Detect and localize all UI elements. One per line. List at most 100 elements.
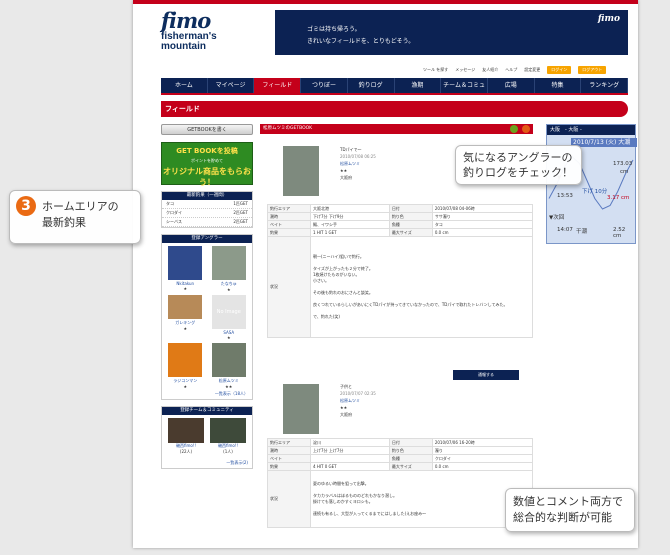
angler-stars: ★	[226, 287, 231, 292]
getbook-header-title: 松原ムツミのGETBOOK	[263, 126, 313, 131]
angler-avatar[interactable]	[211, 246, 246, 280]
team-photo[interactable]	[210, 418, 246, 443]
logout-button[interactable]: ログアウト	[578, 66, 607, 74]
entry-user[interactable]: 松原ムツミ	[340, 160, 376, 167]
step-number-badge: 3	[16, 196, 36, 216]
team-card[interactable]: 磯西fimo!! (1人)	[210, 418, 246, 455]
entry-user[interactable]: 松原ムツミ	[340, 397, 376, 404]
anglers-box: 登録アングラー Nkitakun ★ たなちゅ ★ ガレキング ★ No Ima…	[161, 234, 253, 400]
angler-card[interactable]: 松原ムツミ ★★	[209, 343, 250, 389]
nav-item-plaza[interactable]: 広場	[488, 78, 535, 93]
callout-left-line1: ホームエリアの	[42, 200, 119, 213]
detail-value: タコ	[431, 220, 534, 229]
catch-fish: クロダイ	[166, 210, 182, 215]
comment-line: 良くつれているらしいがあいにくTDパイが持ってきていなかったので、TDパイで取れ…	[313, 302, 508, 307]
tide-unit: cm	[620, 169, 629, 175]
main-nav: ホーム マイページ フィールド つりぼー 釣りログ 漁期 チーム＆コミュ 広場 …	[161, 78, 629, 93]
util-link-invite[interactable]: 友人紹介	[482, 67, 498, 73]
angler-stars: ★	[183, 384, 188, 389]
detail-key: 釣果	[267, 228, 311, 237]
angler-stars: ★	[226, 335, 231, 340]
entry-title[interactable]: TDパイで～	[340, 146, 376, 153]
entry-pref: 大阪府	[340, 412, 352, 417]
latest-catch-box: 最新釣果（一週間） タコ 1匹GET クロダイ 2匹GET シーバス 2匹GET	[161, 191, 253, 228]
tide-ebb-label: 下げ 10分	[582, 189, 608, 195]
angler-avatar[interactable]	[211, 343, 246, 377]
entry-photo[interactable]	[283, 146, 319, 196]
teams-box: 登録チーム＆コミュニティ 磯西fimo!! (22人) 磯西fimo!! (1人…	[161, 406, 253, 469]
team-count: (1人)	[223, 449, 233, 454]
detail-key: 最大サイズ	[388, 462, 433, 471]
banner-line1: ゴミは持ち帰ろう。	[307, 26, 361, 33]
header-banner[interactable]: ゴミは持ち帰ろう。 きれいなフィールドを、とりもどそう。 fimo	[275, 10, 628, 55]
entry-title[interactable]: 子供と	[340, 383, 376, 390]
tide-current-value: 3.17 cm	[607, 195, 630, 201]
catch-count: 2匹GET	[233, 210, 248, 215]
nav-item-feature[interactable]: 特集	[535, 78, 582, 93]
entry-photo[interactable]	[283, 384, 319, 434]
angler-card[interactable]: ガレキング ★	[165, 295, 206, 340]
table-row: 釣果 1 HIT 1 GET 最大サイズ 0.0 cm	[267, 228, 534, 237]
comment-line: その後も釣れのおにさんと談笑。	[313, 290, 373, 295]
nav-item-team[interactable]: チーム＆コミュ	[441, 78, 488, 93]
callout-latest-catch: 3 ホームエリアの 最新釣果	[9, 190, 141, 244]
detail-key: 釣行エリア	[267, 438, 311, 447]
angler-card[interactable]: No Image SASA ★	[209, 295, 250, 340]
detail-key: 魚種	[388, 454, 433, 463]
callout-top-line2: 釣りログをチェック！	[463, 166, 573, 179]
team-photo[interactable]	[168, 418, 204, 443]
callout-bottom-line2: 総合的な判断が可能	[513, 511, 612, 524]
angler-card[interactable]: Nkitakun ★	[165, 246, 206, 292]
util-link-tools[interactable]: ツール を探す	[423, 67, 448, 73]
detail-key: ベイト	[267, 220, 311, 229]
team-card[interactable]: 磯西fimo!! (22人)	[168, 418, 204, 455]
logo-sub-line2: mountain	[161, 41, 206, 52]
catch-row[interactable]: シーバス 2匹GET	[162, 218, 252, 227]
angler-card[interactable]: たなちゅ ★	[209, 246, 250, 292]
nav-item-mypage[interactable]: マイページ	[208, 78, 255, 93]
nav-item-fishlog[interactable]: 釣りログ	[348, 78, 395, 93]
help-icon[interactable]	[510, 125, 518, 133]
entry-meta: 子供と 2010/07/07 02:35 松原ムツミ ★★ 大阪府	[340, 383, 376, 418]
nav-item-field[interactable]: フィールド	[254, 78, 302, 93]
section-title: フィールド	[161, 101, 628, 117]
detail-value: 淀川	[310, 438, 390, 447]
catch-count: 1匹GET	[233, 201, 248, 206]
util-link-message[interactable]: メッセージ	[455, 67, 475, 73]
nav-underline	[161, 93, 628, 95]
login-button[interactable]: ログイン	[547, 66, 572, 74]
catch-row[interactable]: タコ 1匹GET	[162, 200, 252, 209]
nav-item-tsuribo[interactable]: つりぼー	[301, 78, 348, 93]
anglers-title: 登録アングラー	[162, 235, 252, 243]
comment-line: 連続も有るし、大型が入ってくるまでにはしました(えお座み～	[313, 511, 427, 516]
angler-avatar[interactable]	[168, 246, 203, 280]
tide-time: 13:53	[557, 193, 573, 199]
anglers-more-link[interactable]: 一覧表示（18人）	[162, 389, 252, 399]
promo-banner[interactable]: GET BOOKを投稿 ポイントを貯めて オリジナル商品をもらおう！	[161, 142, 253, 187]
angler-avatar[interactable]	[168, 343, 203, 377]
tide-next-value: 2.52 cm	[613, 227, 626, 239]
nav-item-ranking[interactable]: ランキング	[581, 78, 629, 93]
detail-value: 4 HIT 0 GET	[310, 462, 390, 471]
nav-item-home[interactable]: ホーム	[161, 78, 208, 93]
util-link-help[interactable]: ヘルプ	[505, 67, 517, 73]
entry-meta: TDパイで～ 2010/07/08 06:25 松原ムツミ ★★ 大阪府	[340, 146, 376, 181]
no-image-placeholder[interactable]: No Image	[211, 295, 246, 329]
callout-judgement: 数値とコメント両方で 総合的な判断が可能	[505, 488, 635, 532]
detail-key: 日付	[388, 204, 433, 213]
write-getbook-button[interactable]: GETBOOKを書く	[161, 124, 253, 135]
detail-value: ササ濁り	[431, 212, 534, 221]
angler-card[interactable]: ラジコンマン ★	[165, 343, 206, 389]
site-logo[interactable]: fimo fisherman's mountain	[161, 10, 231, 65]
detail-value: 1 HIT 1 GET	[310, 228, 390, 237]
nav-item-season[interactable]: 漁期	[395, 78, 442, 93]
teams-more-link[interactable]: 一覧表示(2)	[162, 458, 252, 468]
table-row: ベイト 魚種 クロダイ	[267, 454, 534, 463]
rss-icon[interactable]	[522, 125, 530, 133]
banner-line2: きれいなフィールドを、とりもどそう。	[307, 38, 415, 45]
detail-key: 釣果	[267, 462, 311, 471]
util-link-settings[interactable]: 設定変更	[524, 67, 540, 73]
promo-line3: オリジナル商品をもらおう！	[163, 167, 251, 187]
catch-row[interactable]: クロダイ 2匹GET	[162, 209, 252, 218]
angler-avatar[interactable]	[168, 295, 203, 319]
